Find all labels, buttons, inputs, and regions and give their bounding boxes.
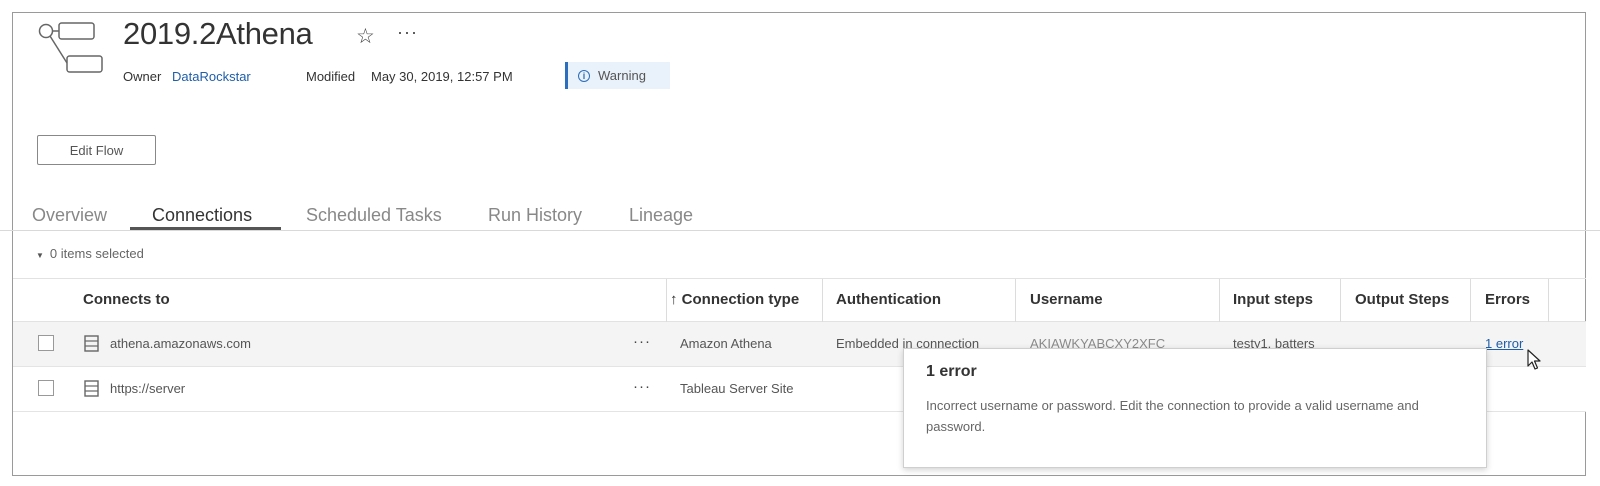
warning-badge[interactable]: i Warning [565,62,670,89]
tab-run-history[interactable]: Run History [488,205,582,226]
warning-label: Warning [598,68,646,83]
column-divider [666,279,667,323]
errors-link[interactable]: 1 error [1485,336,1523,351]
page-title: 2019.2Athena [123,16,313,51]
column-divider [1548,279,1549,323]
column-header-output-steps[interactable]: Output Steps [1355,291,1449,308]
column-divider [1219,279,1220,323]
connects-to-link[interactable]: athena.amazonaws.com [110,336,251,351]
flow-icon [38,22,103,73]
selection-dropdown[interactable]: ▼ 0 items selected [36,246,144,261]
column-header-connects-to[interactable]: Connects to [83,291,170,308]
star-icon[interactable]: ☆ [356,24,375,49]
edit-flow-button[interactable]: Edit Flow [37,135,156,165]
connects-to-link[interactable]: https://server [110,381,185,396]
modified-value: May 30, 2019, 12:57 PM [371,69,513,84]
column-header-username[interactable]: Username [1030,291,1103,308]
column-divider [1470,279,1471,323]
tab-connections[interactable]: Connections [152,205,252,226]
selection-count: 0 items selected [49,246,144,261]
row-more-icon[interactable]: ··· [633,333,651,350]
column-header-errors[interactable]: Errors [1485,291,1530,308]
table-header: Connects to ↑ Connection type Authentica… [13,278,1586,323]
column-divider [1340,279,1341,323]
error-tooltip: 1 error Incorrect username or password. … [903,348,1487,468]
more-actions-icon[interactable]: ··· [397,22,418,43]
column-divider [822,279,823,323]
owner-link[interactable]: DataRockstar [172,69,251,84]
tooltip-body: Incorrect username or password. Edit the… [926,398,1419,434]
info-icon: i [578,69,590,82]
mouse-pointer-icon [1527,349,1541,370]
column-header-authentication[interactable]: Authentication [836,291,941,308]
modified-label: Modified [306,69,356,84]
row-more-icon[interactable]: ··· [633,378,651,395]
data-source-icon [84,380,99,397]
connection-type-cell: Tableau Server Site [680,381,794,396]
column-divider [1015,279,1016,323]
row-checkbox[interactable] [38,380,54,396]
tab-lineage[interactable]: Lineage [629,205,693,226]
tab-scheduled-tasks[interactable]: Scheduled Tasks [306,205,442,226]
tooltip-title: 1 error [926,363,977,380]
data-source-icon [84,335,99,352]
caret-down-icon: ▼ [36,251,44,260]
tab-overview[interactable]: Overview [32,205,107,226]
column-header-input-steps[interactable]: Input steps [1233,291,1313,308]
row-checkbox[interactable] [38,335,54,351]
column-header-connection-type[interactable]: ↑ Connection type [670,291,799,308]
tabs-divider [0,230,1600,231]
tab-bar: Overview Connections Scheduled Tasks Run… [0,197,1600,231]
connection-type-cell: Amazon Athena [680,336,772,351]
owner-label: Owner [123,69,162,84]
